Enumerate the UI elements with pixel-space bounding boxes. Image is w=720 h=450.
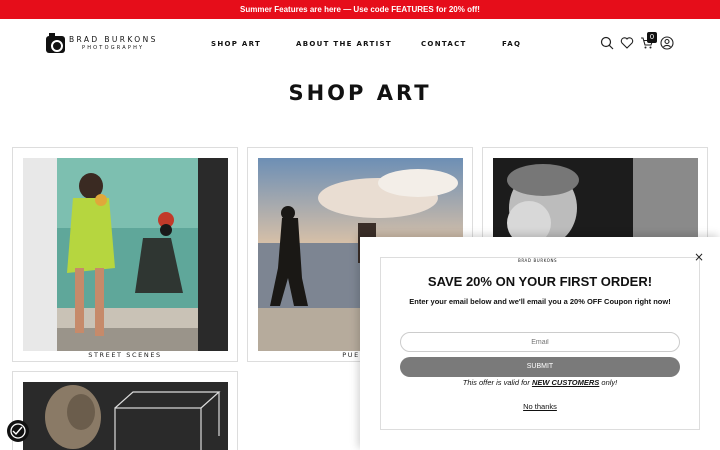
popup-brand-logo: BRAD BURKONS	[518, 258, 562, 266]
nav-shop-art[interactable]: SHOP ART	[211, 40, 261, 50]
nav-faq[interactable]: FAQ	[502, 40, 521, 50]
close-icon[interactable]: ×	[693, 251, 705, 263]
cart-count-badge: 0	[647, 32, 657, 43]
offer-suffix: only!	[599, 378, 618, 387]
heart-icon[interactable]	[620, 36, 634, 50]
accessibility-glyph	[10, 423, 26, 439]
collection-card-sculpture[interactable]	[12, 371, 238, 450]
brand-name: BRAD BURKONS	[69, 35, 158, 44]
email-input[interactable]	[400, 332, 680, 352]
accessibility-icon[interactable]	[7, 420, 29, 442]
popup-body: Enter your email below and we'll email y…	[409, 297, 671, 306]
brand-tagline: PHOTOGRAPHY	[82, 45, 145, 51]
brand-logo[interactable]: BRAD BURKONS PHOTOGRAPHY	[46, 33, 171, 55]
camera-icon	[46, 33, 65, 53]
no-thanks-link[interactable]: No thanks	[360, 402, 720, 411]
site-header: BRAD BURKONS PHOTOGRAPHY SHOP ART ABOUT …	[0, 19, 720, 69]
offer-note: This offer is valid for NEW CUSTOMERS on…	[360, 378, 720, 387]
card-label[interactable]: STREET SCENES	[13, 351, 237, 359]
nav-about-artist[interactable]: ABOUT THE ARTIST	[296, 40, 392, 50]
popup-brand-name: BRAD BURKONS	[518, 258, 558, 263]
discount-popup: × BRAD BURKONS SAVE 20% ON YOUR FIRST OR…	[360, 237, 720, 450]
popup-heading: SAVE 20% ON YOUR FIRST ORDER!	[427, 274, 653, 289]
submit-button[interactable]: SUBMIT	[400, 357, 680, 377]
announcement-bar: Summer Features are here — Use code FEAT…	[0, 0, 720, 19]
account-icon[interactable]	[660, 36, 674, 50]
offer-new-customers: NEW CUSTOMERS	[531, 378, 600, 387]
street-scenes-image[interactable]	[23, 158, 228, 351]
collection-card-street-scenes[interactable]: STREET SCENES	[12, 147, 238, 362]
page-title: SHOP ART	[288, 81, 432, 105]
sculpture-image[interactable]	[23, 382, 228, 450]
nav-contact[interactable]: CONTACT	[421, 40, 467, 50]
offer-prefix: This offer is valid for	[462, 378, 532, 387]
search-icon[interactable]	[600, 36, 614, 50]
